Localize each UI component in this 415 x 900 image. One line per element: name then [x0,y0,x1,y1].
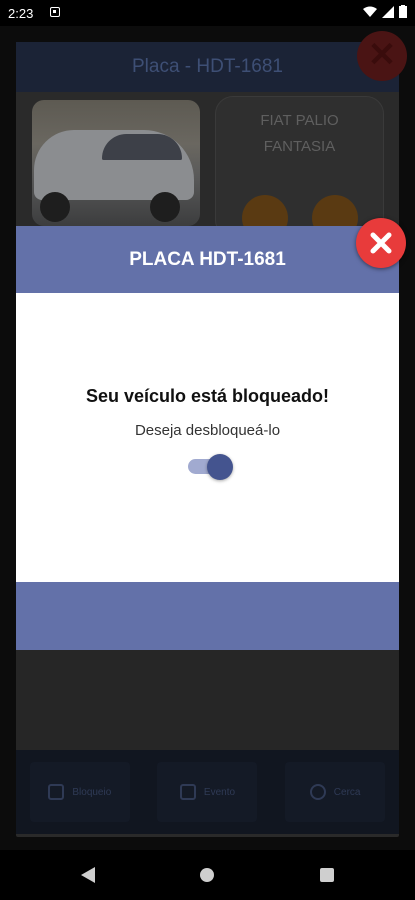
globe-icon [309,784,326,800]
wifi-icon [363,6,377,17]
close-button[interactable] [356,218,406,268]
nav-item-cerca[interactable]: Cerca [285,762,386,822]
nav-label: Evento [203,786,236,798]
alert-car-icon [179,784,196,800]
recent-apps-icon[interactable] [320,868,334,882]
close-icon [370,232,392,254]
nav-label: Cerca [333,786,361,798]
unlock-toggle[interactable] [186,451,236,481]
content-area [16,650,399,750]
nav-label: Bloqueio [72,786,112,798]
modal-header-title: PLACA HDT-1681 [16,226,399,293]
notification-icon [50,7,60,17]
car-photo [32,100,200,226]
vehicle-header-title: Placa - HDT-1681 [16,42,399,92]
nav-item-evento[interactable]: Evento [157,762,258,822]
toggle-thumb [207,454,233,480]
home-icon[interactable] [200,868,214,882]
car-model-line1: FIAT PALIO [260,112,339,129]
back-icon[interactable] [80,866,96,884]
blocked-message: Seu veículo está bloqueado! [85,386,330,406]
lock-car-icon [48,784,65,800]
battery-icon [399,5,407,18]
status-time: 2:23 [8,6,34,21]
car-info-card: FIAT PALIO FANTASIA [215,96,384,241]
unlock-question: Deseja desbloqueá-lo [134,422,281,439]
background-close-icon: ✕ [357,31,407,81]
nav-item-bloqueio[interactable]: Bloqueio [29,762,130,822]
status-icons [363,5,407,18]
unlock-modal: PLACA HDT-1681 Seu veículo está bloquead… [16,226,399,650]
system-nav-bar [0,850,415,900]
status-bar: 2:23 [0,0,415,26]
bottom-nav: Bloqueio Evento Cerca [16,750,399,834]
car-model-line2: FANTASIA [263,138,336,155]
modal-footer [16,582,399,650]
signal-icon [382,5,394,18]
modal-body: Seu veículo está bloqueado! Deseja desbl… [16,293,399,582]
